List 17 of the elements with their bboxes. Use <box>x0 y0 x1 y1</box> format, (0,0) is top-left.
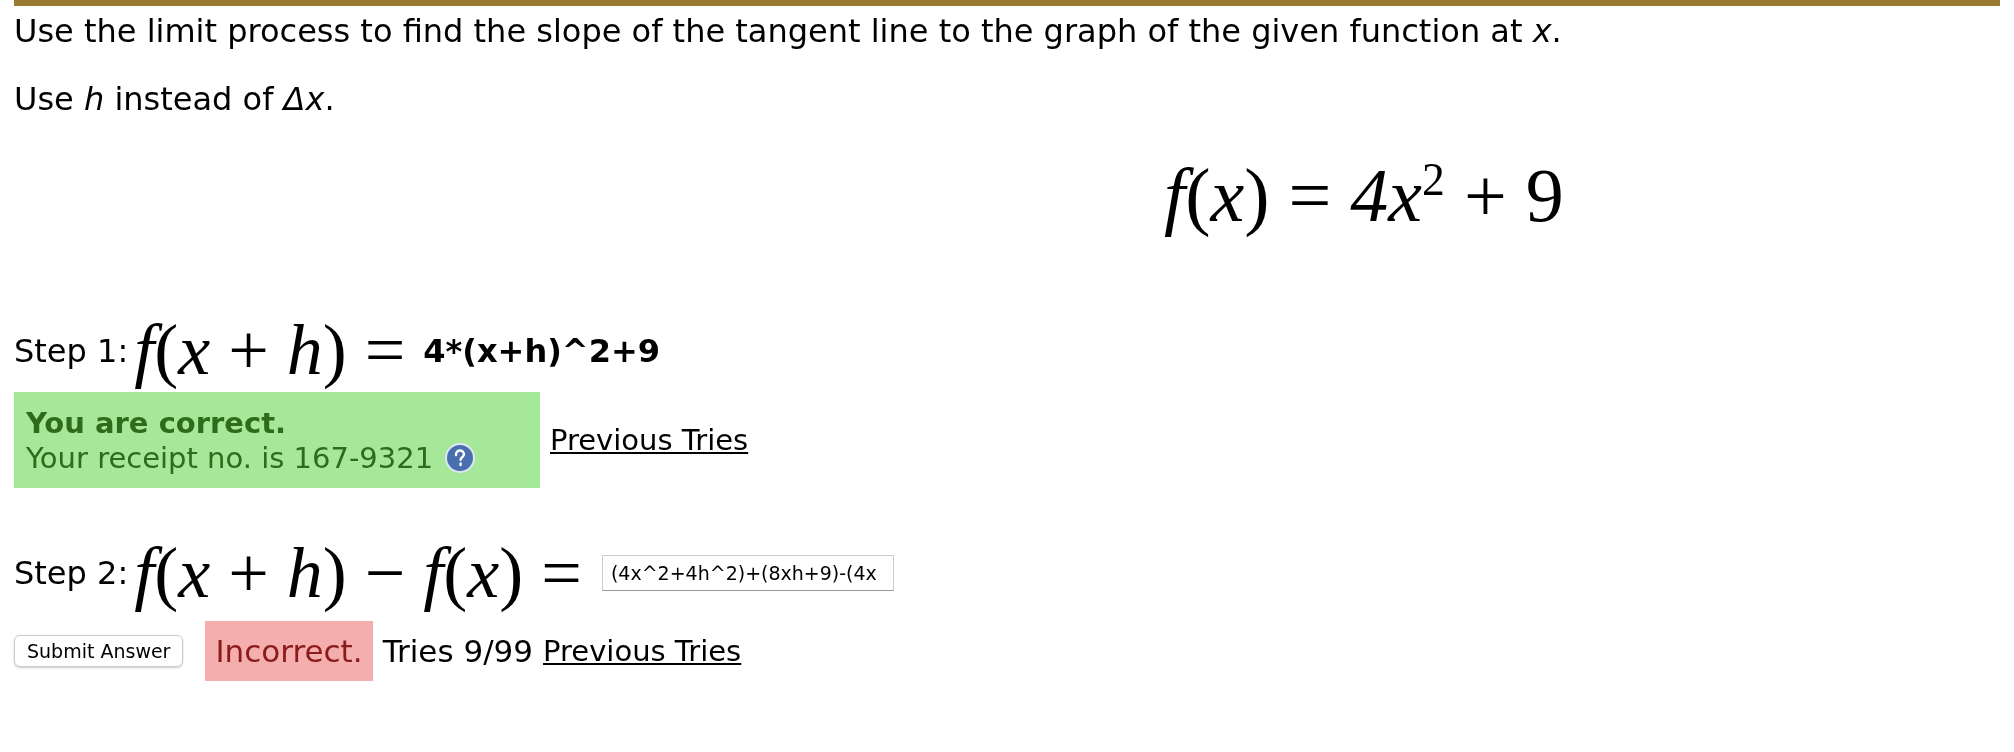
answer-field[interactable]: (4x^2+4h^2)+(8xh+9)-(4x <box>601 555 894 592</box>
feedback-title: You are correct. <box>26 406 287 441</box>
incorrect-feedback: Incorrect. <box>205 620 373 681</box>
step-label: Step 2: <box>14 554 129 593</box>
function-formula: f(x) = 4x$^{2}$ + 9 <box>1164 153 1564 237</box>
instruction-text: Use h instead of Δx. <box>14 80 335 118</box>
step-formula: f(x + h) = <box>134 310 406 390</box>
step-label: Step 1: <box>14 331 129 370</box>
previous-tries-link[interactable]: Previous Tries <box>543 633 742 668</box>
receipt-text: Your receipt no. is 167-9321 <box>26 440 434 476</box>
submit-button[interactable]: Submit Answer <box>14 634 184 667</box>
previous-tries-link[interactable]: Previous Tries <box>550 422 749 457</box>
instruction-text: Use the limit process to find the slope of the tangent line to the graph of the given function at x. <box>14 12 1562 50</box>
submitted-answer: 4*(x+h)^2+9 <box>423 331 660 370</box>
help-icon[interactable] <box>445 443 476 474</box>
tries-count: Tries 9/99 <box>382 632 534 669</box>
step-formula: f(x + h) − f(x) = <box>134 532 582 613</box>
